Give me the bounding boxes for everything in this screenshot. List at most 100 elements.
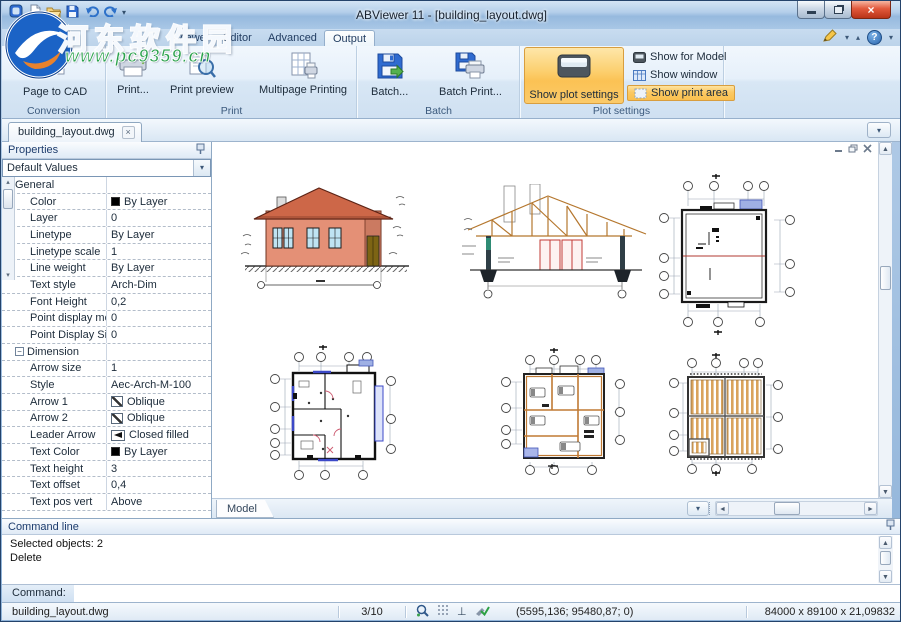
property-label: Line weight — [30, 262, 86, 274]
scrollbar-thumb[interactable] — [3, 189, 13, 209]
style-pencil-icon[interactable] — [822, 29, 838, 46]
preset-dropdown-icon[interactable]: ▾ — [193, 160, 210, 176]
batch-button[interactable]: Batch... — [366, 48, 413, 100]
property-row-text-height[interactable]: Text height3 — [2, 461, 211, 478]
property-row-linetype[interactable]: LinetypeBy Layer — [2, 227, 211, 244]
mdi-restore-icon[interactable] — [848, 144, 858, 155]
command-line-header[interactable]: Command line — [2, 519, 901, 535]
scroll-up-icon[interactable]: ▴ — [2, 178, 14, 186]
oblique-arrow-icon — [111, 396, 123, 407]
property-row-style[interactable]: StyleAec-Arch-M-100 — [2, 377, 211, 394]
show-for-model-toggle[interactable]: Show for Model — [627, 49, 732, 65]
canvas-horizontal-scrollbar[interactable]: ◄ ► — [715, 501, 878, 516]
property-row-text-pos-vert[interactable]: Text pos vertAbove — [2, 494, 211, 511]
show-print-area-toggle[interactable]: Show print area — [627, 85, 735, 101]
property-row-layer[interactable]: Layer0 — [2, 210, 211, 227]
property-row-text-offset[interactable]: Text offset0,4 — [2, 477, 211, 494]
property-row-arrow-size[interactable]: Arrow size1 — [2, 361, 211, 378]
pin-icon[interactable] — [886, 519, 895, 534]
status-file-name: building_layout.dwg — [2, 606, 338, 618]
scroll-down-button[interactable]: ▼ — [879, 570, 892, 583]
document-close-icon[interactable]: × — [122, 126, 135, 139]
property-row-text-style[interactable]: Text styleArch-Dim — [2, 277, 211, 294]
property-value: 0 — [111, 329, 117, 341]
drawing-roof-plan[interactable] — [652, 172, 802, 340]
command-input[interactable] — [74, 585, 901, 602]
property-group-general[interactable]: General — [2, 177, 211, 194]
property-row-point-display-mo[interactable]: Point display mo0 — [2, 311, 211, 328]
property-row-linetype-scale[interactable]: Linetype scale1 — [2, 244, 211, 261]
collapse-icon[interactable]: − — [15, 347, 24, 356]
maximize-button[interactable] — [824, 1, 852, 19]
property-value: By Layer — [124, 446, 167, 458]
help-dropdown-icon[interactable]: ▾ — [889, 33, 893, 42]
minimize-button[interactable] — [797, 1, 825, 19]
drawing-house-elevation[interactable] — [241, 166, 416, 304]
tab-advanced[interactable]: Advanced — [260, 30, 325, 46]
canvas-hscroll-thumb[interactable] — [774, 502, 800, 515]
property-value: Arch-Dim — [111, 279, 157, 291]
pencil-dropdown-icon[interactable]: ▾ — [845, 33, 849, 42]
drawing-framing-plan[interactable] — [666, 351, 786, 479]
property-value: 1 — [111, 246, 117, 258]
property-label: General — [15, 179, 54, 191]
command-history-scrollbar[interactable]: ▲ ▼ — [878, 536, 893, 583]
print-preview-button[interactable]: Print preview — [165, 48, 239, 98]
pin-icon[interactable] — [196, 143, 205, 158]
tab-list-dropdown-button[interactable]: ▾ — [867, 122, 891, 138]
property-row-font-height[interactable]: Font Height0,2 — [2, 294, 211, 311]
close-button[interactable]: × — [851, 1, 891, 19]
properties-panel: Properties Default Values ▾ GeneralColor… — [2, 142, 212, 518]
mdi-close-icon[interactable] — [863, 144, 872, 155]
property-value: 0 — [111, 212, 117, 224]
property-row-color[interactable]: ColorBy Layer — [2, 194, 211, 211]
osnap-icon[interactable] — [475, 604, 490, 619]
property-group-dimension[interactable]: −Dimension — [2, 344, 211, 361]
show-plot-settings-button[interactable]: Show plot settings — [524, 47, 624, 104]
mdi-minimize-icon[interactable] — [834, 144, 843, 155]
page-to-cad-button[interactable]: Page to CAD — [18, 48, 92, 100]
scroll-up-button[interactable]: ▲ — [879, 142, 892, 155]
tab-editor[interactable]: Editor — [215, 30, 260, 46]
multipage-printing-button[interactable]: Multipage Printing — [254, 48, 352, 98]
property-row-line-weight[interactable]: Line weightBy Layer — [2, 260, 211, 277]
property-row-arrow-1[interactable]: Arrow 1Oblique — [2, 394, 211, 411]
scroll-down-icon[interactable]: ▾ — [2, 271, 14, 279]
preset-dropdown[interactable]: Default Values ▾ — [2, 159, 211, 177]
cmd-scroll-thumb[interactable] — [880, 551, 891, 565]
canvas-vscroll-thumb[interactable] — [880, 266, 891, 290]
property-row-arrow-2[interactable]: Arrow 2Oblique — [2, 411, 211, 428]
scroll-down-button[interactable]: ▼ — [879, 485, 892, 498]
property-row-leader-arrow[interactable]: Leader ArrowClosed filled — [2, 427, 211, 444]
tab-output[interactable]: Output — [324, 30, 375, 46]
scroll-left-button[interactable]: ◄ — [716, 502, 729, 515]
scrollbar-splitter[interactable] — [709, 502, 710, 515]
print-button[interactable]: Print... — [112, 48, 154, 98]
drawing-canvas[interactable]: ▲ ▼ — [212, 142, 892, 498]
zoom-tool-icon[interactable] — [416, 604, 429, 620]
drawing-floor-plan-1[interactable] — [263, 341, 403, 484]
page-to-cad-icon — [40, 51, 70, 84]
scroll-right-button[interactable]: ► — [864, 502, 877, 515]
collapse-ribbon-icon[interactable]: ▴ — [856, 33, 860, 42]
property-row-point-display-siz[interactable]: Point Display Siz0 — [2, 327, 211, 344]
properties-scrollbar[interactable]: ▴ ▾ — [2, 177, 15, 280]
drawing-floor-plan-2[interactable] — [496, 346, 631, 479]
help-button[interactable]: ? — [867, 30, 882, 45]
panel-collapse-button[interactable]: ▾ — [687, 501, 709, 516]
show-window-toggle[interactable]: Show window — [627, 67, 723, 83]
tab-viewer[interactable]: Viewer — [168, 30, 217, 46]
batch-print-button[interactable]: Batch Print... — [434, 48, 507, 100]
ortho-mode-icon[interactable]: ⊥ — [457, 605, 467, 618]
file-menu-button[interactable] — [8, 30, 54, 45]
property-label: Arrow 1 — [30, 396, 68, 408]
document-tab[interactable]: building_layout.dwg × — [8, 122, 142, 142]
canvas-vertical-scrollbar[interactable]: ▲ ▼ — [878, 142, 892, 498]
status-page-indicator[interactable]: 3/10 — [339, 606, 405, 618]
scroll-up-button[interactable]: ▲ — [879, 536, 892, 549]
tab-model[interactable]: Model — [216, 500, 274, 518]
drawing-cross-section[interactable] — [462, 184, 652, 307]
title-bar[interactable]: ▾ ABViewer 11 - [building_layout.dwg] × — [2, 1, 901, 29]
grid-snap-icon[interactable] — [437, 604, 449, 619]
property-row-text-color[interactable]: Text ColorBy Layer — [2, 444, 211, 461]
